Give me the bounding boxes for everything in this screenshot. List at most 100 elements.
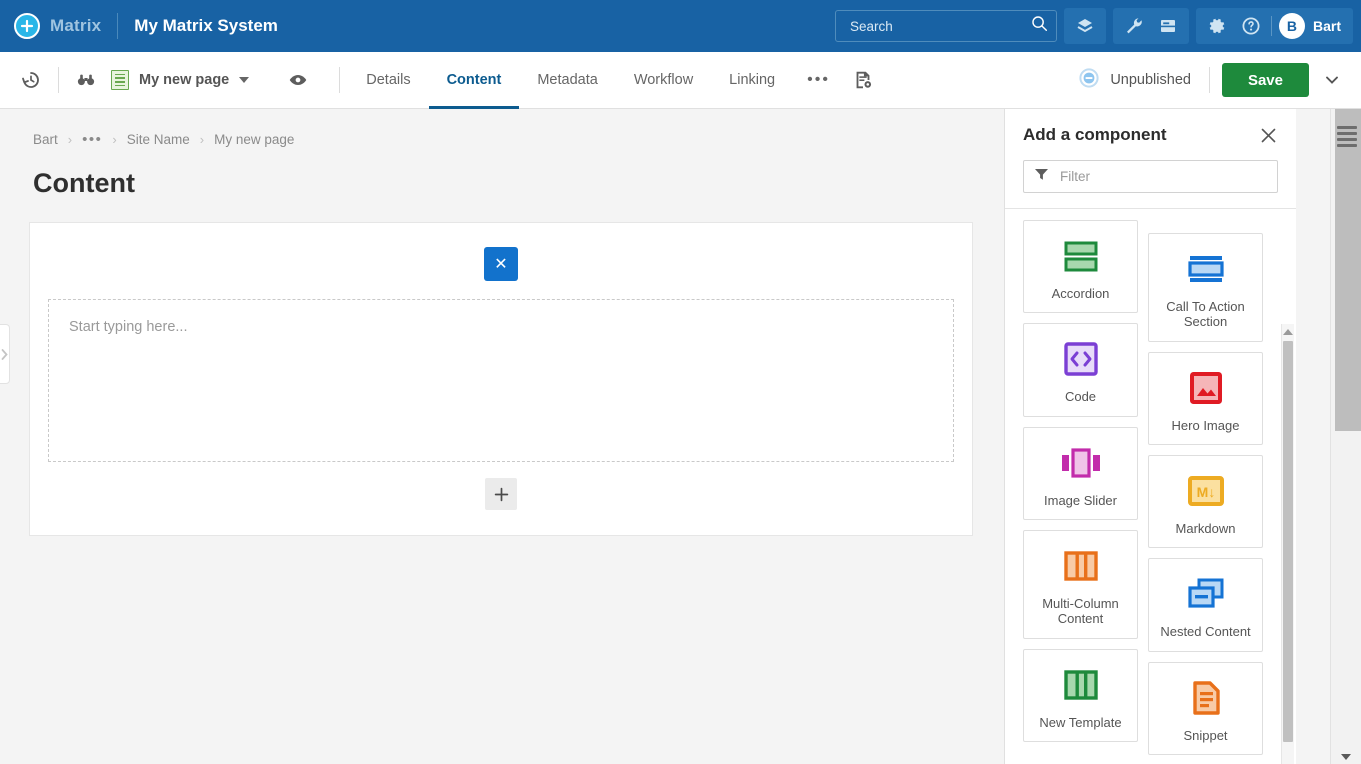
more-tabs-button[interactable]: ••• xyxy=(793,52,844,109)
global-search[interactable] xyxy=(834,10,1057,42)
save-options-chevron-down-icon[interactable] xyxy=(1313,61,1351,99)
eye-icon[interactable] xyxy=(279,61,317,99)
filter-input[interactable] xyxy=(1058,168,1269,185)
system-name: My Matrix System xyxy=(134,16,278,35)
component-nested-content[interactable]: Nested Content xyxy=(1148,558,1263,652)
history-icon[interactable] xyxy=(12,61,50,99)
filter-icon xyxy=(1034,167,1049,187)
breadcrumb-item-3[interactable]: My new page xyxy=(214,132,294,147)
help-icon[interactable] xyxy=(1234,9,1268,43)
component-markdown[interactable]: M↓ Markdown xyxy=(1148,454,1263,549)
close-icon[interactable] xyxy=(1258,125,1279,146)
page-tabs: Details Content Metadata Workflow Linkin… xyxy=(279,52,882,109)
page-title: Content xyxy=(33,168,135,198)
breadcrumb-separator: › xyxy=(199,132,205,147)
breadcrumb-item-1[interactable]: ••• xyxy=(82,131,102,148)
page-toolbar: My new page Details Content Metadata Wor… xyxy=(0,52,1361,109)
scroll-up-arrow[interactable] xyxy=(1282,324,1294,339)
call-to-action-icon xyxy=(1185,248,1227,290)
breadcrumb-separator: › xyxy=(67,132,73,147)
hamburger-menu-icon[interactable] xyxy=(1337,126,1357,147)
save-button[interactable]: Save xyxy=(1221,63,1309,97)
component-column-left: Accordion Code Image Slider Multi-Column… xyxy=(1023,220,1138,755)
hero-image-icon xyxy=(1187,367,1225,409)
component-call-to-action-section[interactable]: Call To Action Section xyxy=(1148,233,1263,342)
editor-placeholder: Start typing here... xyxy=(69,319,188,335)
toolbar-divider-2 xyxy=(339,67,341,93)
content-editor-card: ✕ Start typing here... xyxy=(29,222,973,536)
tab-metadata[interactable]: Metadata xyxy=(519,52,615,109)
component-accordion[interactable]: Accordion xyxy=(1023,220,1138,314)
page-selector[interactable]: My new page xyxy=(111,70,250,90)
search-input[interactable] xyxy=(847,17,1031,35)
gear-icon[interactable] xyxy=(1200,9,1234,43)
component-label: Nested Content xyxy=(1160,624,1251,640)
binoculars-icon[interactable] xyxy=(67,61,105,99)
tab-details[interactable]: Details xyxy=(348,52,428,109)
component-filter[interactable] xyxy=(1023,160,1278,193)
component-column-right: Call To Action Section Hero Image M↓ Mar… xyxy=(1148,220,1263,755)
svg-text:M↓: M↓ xyxy=(1196,484,1215,500)
panel-title: Add a component xyxy=(1023,125,1167,144)
matrix-logo-icon xyxy=(14,13,40,39)
component-new-template[interactable]: New Template xyxy=(1023,648,1138,742)
image-slider-icon xyxy=(1059,442,1103,484)
breadcrumb-item-0[interactable]: Bart xyxy=(33,132,58,147)
component-label: Call To Action Section xyxy=(1166,299,1245,330)
archive-icon[interactable] xyxy=(1151,9,1185,43)
component-label: Markdown xyxy=(1175,520,1236,536)
component-code[interactable]: Code xyxy=(1023,323,1138,417)
tab-workflow[interactable]: Workflow xyxy=(616,52,711,109)
close-component-button[interactable]: ✕ xyxy=(484,247,518,281)
chevron-down-icon[interactable] xyxy=(239,77,250,83)
account-group: B Bart xyxy=(1195,8,1353,44)
scroll-down-arrow[interactable] xyxy=(1331,754,1361,760)
search-icon[interactable] xyxy=(1031,15,1048,37)
top-bar-actions: B Bart xyxy=(834,8,1353,44)
add-component-panel: Add a component Accordion xyxy=(1004,109,1296,764)
tab-content[interactable]: Content xyxy=(428,52,520,109)
top-navigation-bar: Matrix My Matrix System Search B Bart xyxy=(0,0,1361,52)
breadcrumb-item-2[interactable]: Site Name xyxy=(127,132,190,147)
component-multi-column-content[interactable]: Multi-Column Content xyxy=(1023,529,1138,639)
snippet-icon xyxy=(1188,677,1224,719)
unpublished-icon xyxy=(1078,67,1100,94)
add-component-button[interactable] xyxy=(485,478,517,510)
status-badge[interactable]: Unpublished xyxy=(1078,67,1197,94)
tools-group xyxy=(1112,8,1189,44)
user-name[interactable]: Bart xyxy=(1313,18,1341,34)
sidebar-collapse-handle[interactable] xyxy=(0,324,10,384)
page-body: Bart › ••• › Site Name › My new page Con… xyxy=(0,109,1361,764)
brand-name: Matrix xyxy=(50,16,102,35)
panel-header: Add a component xyxy=(1005,109,1296,146)
avatar[interactable]: B xyxy=(1278,13,1305,39)
multi-column-icon xyxy=(1061,545,1101,587)
component-label: Snippet xyxy=(1183,727,1228,743)
component-label: New Template xyxy=(1039,714,1122,730)
component-hero-image[interactable]: Hero Image xyxy=(1148,351,1263,445)
accordion-icon xyxy=(1061,235,1101,277)
new-template-icon xyxy=(1061,664,1101,706)
toolbar-divider-3 xyxy=(1208,67,1210,93)
component-list: Accordion Code Image Slider Multi-Column… xyxy=(1005,209,1296,764)
component-image-slider[interactable]: Image Slider xyxy=(1023,426,1138,520)
component-label: Code xyxy=(1064,389,1097,405)
rich-text-editor[interactable]: Start typing here... xyxy=(48,299,954,462)
panel-scrollbar[interactable] xyxy=(1281,324,1294,764)
account-divider xyxy=(1270,16,1272,36)
brand-divider xyxy=(117,13,119,39)
toolbar-divider-1 xyxy=(58,67,59,93)
layers-group xyxy=(1063,8,1106,44)
page-scrollbar[interactable] xyxy=(1330,109,1361,764)
component-label: Accordion xyxy=(1051,286,1110,301)
layers-icon[interactable] xyxy=(1068,9,1102,43)
panel-scrollbar-thumb[interactable] xyxy=(1283,341,1293,742)
wrench-icon[interactable] xyxy=(1117,9,1151,43)
page-icon xyxy=(111,70,129,90)
page-scrollbar-thumb[interactable] xyxy=(1335,109,1361,431)
component-snippet[interactable]: Snippet xyxy=(1148,661,1263,755)
document-settings-icon[interactable] xyxy=(844,61,882,99)
breadcrumb-separator: › xyxy=(112,132,117,147)
toolbar-right-actions: Unpublished Save xyxy=(1078,61,1351,99)
tab-linking[interactable]: Linking xyxy=(711,52,793,109)
